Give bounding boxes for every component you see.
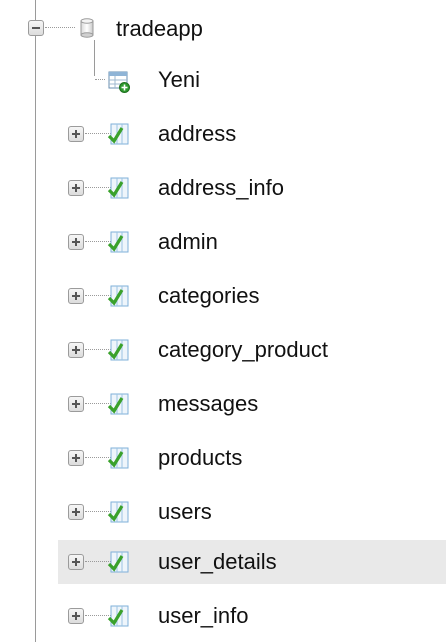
table-icon	[107, 605, 129, 627]
table-label[interactable]: users	[158, 499, 212, 525]
expand-plus-icon[interactable]	[68, 504, 84, 520]
navigation-tree: tradeapp Yeni address address_info admin…	[0, 0, 446, 642]
table-row-address-info[interactable]: address_info	[58, 166, 446, 210]
database-icon	[80, 18, 94, 38]
table-label[interactable]: admin	[158, 229, 218, 255]
table-row-address[interactable]: address	[58, 112, 446, 156]
collapse-minus-icon[interactable]	[28, 20, 44, 36]
table-icon	[107, 285, 129, 307]
new-table-icon	[108, 71, 130, 93]
table-icon	[107, 447, 129, 469]
tree-connector	[95, 79, 105, 80]
expand-plus-icon[interactable]	[68, 554, 84, 570]
table-icon	[107, 339, 129, 361]
table-icon	[107, 501, 129, 523]
table-label[interactable]: address_info	[158, 175, 284, 201]
table-row-category-product[interactable]: category_product	[58, 328, 446, 372]
expand-plus-icon[interactable]	[68, 288, 84, 304]
table-row-messages[interactable]: messages	[58, 382, 446, 426]
tree-trunk-line	[35, 0, 36, 642]
expand-plus-icon[interactable]	[68, 342, 84, 358]
table-icon	[107, 123, 129, 145]
expand-plus-icon[interactable]	[68, 180, 84, 196]
table-label[interactable]: user_info	[158, 603, 249, 629]
table-row-users[interactable]: users	[58, 490, 446, 534]
table-row-categories[interactable]: categories	[58, 274, 446, 318]
table-label[interactable]: products	[158, 445, 242, 471]
table-icon	[107, 551, 129, 573]
table-label[interactable]: messages	[158, 391, 258, 417]
database-name[interactable]: tradeapp	[116, 16, 203, 42]
new-table-row[interactable]: Yeni	[58, 58, 446, 102]
expand-plus-icon[interactable]	[68, 450, 84, 466]
table-label[interactable]: categories	[158, 283, 260, 309]
expand-plus-icon[interactable]	[68, 234, 84, 250]
table-icon	[107, 177, 129, 199]
table-icon	[107, 231, 129, 253]
table-row-user-info[interactable]: user_info	[58, 594, 446, 638]
table-label[interactable]: category_product	[158, 337, 328, 363]
tree-connector	[45, 27, 75, 28]
table-row-admin[interactable]: admin	[58, 220, 446, 264]
expand-plus-icon[interactable]	[68, 126, 84, 142]
new-table-label[interactable]: Yeni	[158, 67, 200, 93]
expand-plus-icon[interactable]	[68, 396, 84, 412]
table-icon	[107, 393, 129, 415]
table-label[interactable]: user_details	[158, 549, 277, 575]
expand-plus-icon[interactable]	[68, 608, 84, 624]
table-label[interactable]: address	[158, 121, 236, 147]
table-row-products[interactable]: products	[58, 436, 446, 480]
database-row-tradeapp[interactable]: tradeapp	[0, 6, 446, 50]
table-row-user-details[interactable]: user_details	[58, 540, 446, 584]
